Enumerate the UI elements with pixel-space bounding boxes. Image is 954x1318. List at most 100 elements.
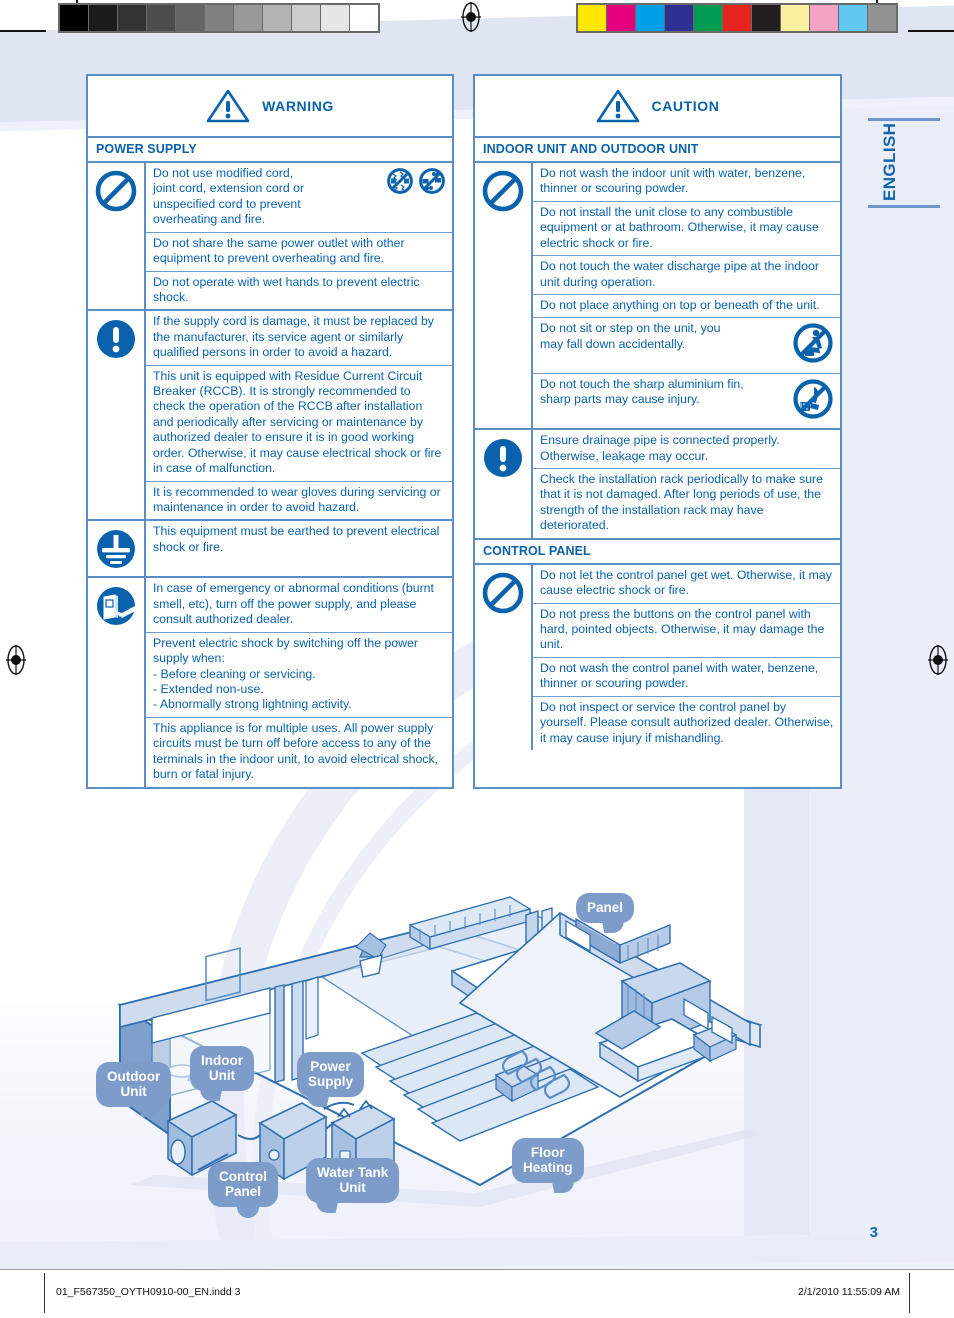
consult-dealer-icon [94,584,138,633]
safety-instruction-row: Do not use modified cord, joint cord, ex… [146,163,452,233]
instruction-text: Do not sit or step on the unit, you may … [540,321,721,351]
calibration-swatch-6 [234,5,262,31]
safety-instruction-row: Check the installation rack periodically… [533,469,840,538]
instruction-text: Do not operate with wet hands to prevent… [153,274,420,304]
instruction-text: This appliance is for multiple uses. All… [153,720,439,782]
prohibition-circle-icon [481,571,525,620]
instruction-text: Do not let the control panel get wet. Ot… [540,567,832,598]
instruction-text: Do not touch the sharp aluminium fin, sh… [540,376,744,407]
callout-control-panel: Control Panel [208,1162,278,1219]
calibration-swatch-9 [321,5,349,31]
safety-instruction-row: Do not install the unit close to any com… [533,202,840,257]
instruction-text: It is recommended to wear gloves during … [153,484,441,515]
no-touch-fin-icon [792,378,834,424]
caution-table-header: CAUTION [475,76,840,138]
house-cutaway-illustration [60,885,850,1245]
safety-instruction-row: Do not share the same power outlet with … [146,233,452,272]
warning-title: WARNING [262,98,334,114]
calibration-swatch-6 [752,5,780,31]
instruction-text: Do not wash the control panel with water… [540,660,819,691]
safety-tables: WARNING POWER SUPPLY Do not use modified … [86,74,842,789]
safety-instruction-row: It is recommended to wear gloves during … [146,482,452,520]
group-icon-cell [475,564,533,750]
language-tab-label: ENGLISH [880,122,899,201]
grayscale-calibration-bar [58,3,380,33]
page-number: 3 [869,1224,878,1241]
safety-group: If the supply cord is damage, it must be… [88,311,452,522]
registration-mark-right [926,645,950,675]
section-title: POWER SUPPLY [88,138,452,163]
instruction-text: Do not press the buttons on the control … [540,606,825,652]
prohibition-circle-icon [94,169,138,218]
footer-rule-right [909,1273,910,1313]
no-joint-cord-icon [418,167,446,199]
calibration-swatch-0 [578,5,606,31]
calibration-swatch-5 [205,5,233,31]
safety-instruction-row: Do not place anything on top or beneath … [533,295,840,319]
instruction-text: Do not touch the water discharge pipe at… [540,259,819,289]
instruction-text: Prevent electric shock by switching off … [153,635,418,712]
calibration-swatch-8 [292,5,320,31]
row-pictograms [386,166,446,199]
footer-rule-left [44,1273,45,1313]
section-title: INDOOR UNIT AND OUTDOOR UNIT [475,138,840,163]
group-icon-cell [475,163,533,429]
callout-outdoor-unit: Outdoor Unit [96,1062,172,1108]
calibration-swatch-4 [694,5,722,31]
row-pictograms [792,321,834,368]
instruction-text: In case of emergency or abnormal conditi… [153,581,434,627]
warning-triangle-icon [206,88,250,124]
instruction-text: Do not place anything on top or beneath … [540,297,820,312]
section-title: CONTROL PANEL [475,539,840,565]
instruction-text: Do not install the unit close to any com… [540,204,819,250]
caution-table: CAUTION INDOOR UNIT AND OUTDOOR UNIT Do n… [473,74,842,789]
calibration-swatch-9 [839,5,867,31]
safety-instruction-row: Do not touch the sharp aluminium fin, sh… [533,374,840,428]
registration-mark-left [4,645,28,675]
safety-instruction-row: Do not wash the control panel with water… [533,658,840,697]
mandatory-exclamation-icon [481,436,525,485]
earth-ground-icon [94,527,138,576]
callout-power-supply: Power Supply [297,1052,365,1098]
no-sitting-on-unit-icon [792,322,834,368]
prohibition-circle-icon [481,169,525,218]
safety-instruction-row: Do not let the control panel get wet. Ot… [533,565,840,604]
calibration-swatch-3 [665,5,693,31]
group-icon-cell [88,521,146,577]
group-rows: Do not use modified cord, joint cord, ex… [146,163,452,309]
footer-filename: 01_F567350_OYTH0910-00_EN.indd 3 [56,1286,241,1298]
group-rows: This equipment must be earthed to preven… [146,521,452,576]
color-calibration-bar [576,3,898,33]
calibration-swatch-1 [89,5,117,31]
group-icon-cell [88,311,146,520]
row-pictograms [792,377,834,424]
instruction-text: If the supply cord is damage, it must be… [153,314,434,360]
warning-table-body: POWER SUPPLY Do not use modified cord, jo… [88,138,452,787]
calibration-swatch-7 [781,5,809,31]
safety-instruction-row: In case of emergency or abnormal conditi… [146,578,452,633]
warning-table-header: WARNING [88,76,452,138]
instruction-text: Do not wash the indoor unit with water, … [540,166,806,196]
safety-instruction-row: Ensure drainage pipe is connected proper… [533,430,840,470]
group-icon-cell [475,430,533,538]
instruction-text: This unit is equipped with Residue Curre… [153,368,442,476]
safety-instruction-row: Do not operate with wet hands to prevent… [146,272,452,310]
instruction-text: Check the installation rack periodically… [540,472,823,533]
calibration-swatch-1 [607,5,635,31]
callout-panel: Panel [576,893,635,924]
footer-timestamp: 2/1/2010 11:55:09 AM [798,1286,900,1298]
side-tab-rule-bottom [868,205,940,208]
calibration-swatch-7 [263,5,291,31]
safety-group: Do not let the control panel get wet. Ot… [475,564,840,750]
safety-instruction-row: Do not sit or step on the unit, you may … [533,318,840,374]
calibration-swatch-3 [147,5,175,31]
callout-floor-heating: Floor Heating [512,1138,584,1184]
safety-instruction-row: Do not wash the indoor unit with water, … [533,163,840,202]
safety-group: Do not wash the indoor unit with water, … [475,163,840,431]
safety-instruction-row: This appliance is for multiple uses. All… [146,718,452,787]
safety-group: Do not use modified cord, joint cord, ex… [88,163,452,312]
safety-instruction-row: Do not press the buttons on the control … [533,604,840,658]
calibration-swatch-2 [636,5,664,31]
language-side-tab: ENGLISH [840,118,940,218]
print-footer: 01_F567350_OYTH0910-00_EN.indd 3 2/1/201… [0,1269,954,1318]
